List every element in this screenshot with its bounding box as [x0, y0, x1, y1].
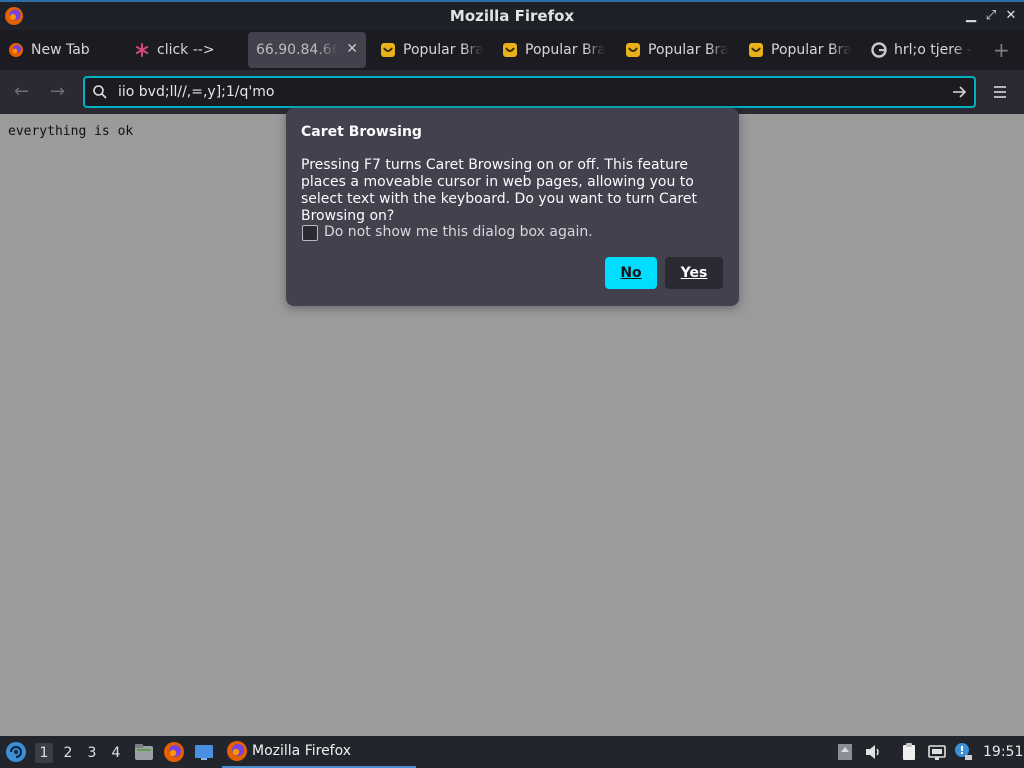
popular-brands-icon [749, 43, 763, 57]
caret-browsing-dialog: Caret Browsing Pressing F7 turns Caret B… [286, 108, 739, 306]
tab-label: Popular Bra [403, 42, 483, 58]
workspace-2[interactable]: 2 [59, 743, 77, 763]
workspace-3[interactable]: 3 [83, 743, 101, 763]
clipboard-icon[interactable] [898, 741, 920, 763]
do-not-show-checkbox[interactable] [302, 225, 318, 241]
network-icon[interactable] [926, 741, 948, 763]
back-arrow-icon[interactable]: ← [14, 82, 34, 102]
taskbar: 1 2 3 4 Mozilla Firefox 19:51 [0, 736, 1024, 768]
url-bar[interactable]: iio bvd;ll//,=,y];1/q'mo [83, 76, 976, 108]
new-tab-plus-icon[interactable]: + [993, 38, 1010, 62]
popular-brands-icon [381, 43, 395, 57]
maximize-button[interactable]: ⤢ [983, 8, 999, 24]
page-text: everything is ok [8, 124, 134, 139]
workspace-1[interactable]: 1 [35, 743, 53, 763]
do-not-show-label[interactable]: Do not show me this dialog box again. [324, 224, 593, 240]
search-icon [93, 85, 107, 99]
firefox-icon [227, 741, 247, 761]
tab-label: Popular Bra [771, 42, 851, 58]
tab-label: 66.90.84.66. [256, 42, 338, 58]
tab-label: Popular Bra [525, 42, 605, 58]
tab-popular-brands-3[interactable]: Popular Bra [617, 32, 733, 68]
url-input[interactable]: iio bvd;ll//,=,y];1/q'mo [118, 84, 274, 100]
window-titlebar: Mozilla Firefox ▁ ⤢ ✕ [0, 0, 1024, 30]
popular-brands-icon [626, 43, 640, 57]
taskbar-firefox-window[interactable]: Mozilla Firefox [222, 736, 416, 768]
go-arrow-icon[interactable] [950, 83, 968, 101]
close-tab-icon[interactable]: ✕ [346, 41, 358, 57]
file-manager-icon[interactable] [133, 741, 155, 763]
hamburger-menu-icon[interactable] [990, 82, 1010, 102]
no-button[interactable]: No [605, 257, 657, 289]
notification-icon[interactable] [952, 741, 974, 763]
window-title: Mozilla Firefox [449, 7, 575, 25]
start-menu-icon[interactable] [5, 741, 27, 763]
tab-new-tab[interactable]: New Tab [0, 32, 116, 68]
tab-strip: New Tab click --> 66.90.84.66. ✕ Popular… [0, 30, 1024, 70]
google-icon [871, 42, 887, 58]
asterisk-icon [135, 43, 149, 57]
tab-label: click --> [157, 42, 215, 58]
tab-google[interactable]: hrl;o tjere - [863, 32, 973, 68]
tab-label: Popular Bra [648, 42, 728, 58]
popular-brands-icon [503, 43, 517, 57]
firefox-launcher-icon[interactable] [163, 741, 185, 763]
workspace-4[interactable]: 4 [107, 743, 125, 763]
dialog-message: Pressing F7 turns Caret Browsing on or o… [301, 157, 697, 224]
tab-label: hrl;o tjere - [894, 42, 972, 58]
tab-active[interactable]: 66.90.84.66. ✕ [248, 32, 366, 68]
yes-button[interactable]: Yes [665, 257, 723, 289]
firefox-icon [9, 43, 23, 57]
taskbar-window-label: Mozilla Firefox [252, 743, 352, 759]
tab-popular-brands-2[interactable]: Popular Bra [494, 32, 610, 68]
tray-upload-icon[interactable] [834, 741, 856, 763]
desktop-icon[interactable] [193, 741, 215, 763]
volume-icon[interactable] [862, 741, 884, 763]
tab-label: New Tab [31, 42, 90, 58]
clock: 19:51 [983, 744, 1024, 760]
tab-popular-brands-1[interactable]: Popular Bra [372, 32, 488, 68]
close-window-button[interactable]: ✕ [1003, 8, 1019, 24]
minimize-button[interactable]: ▁ [963, 8, 979, 24]
tab-popular-brands-4[interactable]: Popular Bra [740, 32, 856, 68]
tab-click[interactable]: click --> [126, 32, 242, 68]
dialog-title: Caret Browsing [301, 124, 422, 140]
forward-arrow-icon[interactable]: → [50, 82, 70, 102]
